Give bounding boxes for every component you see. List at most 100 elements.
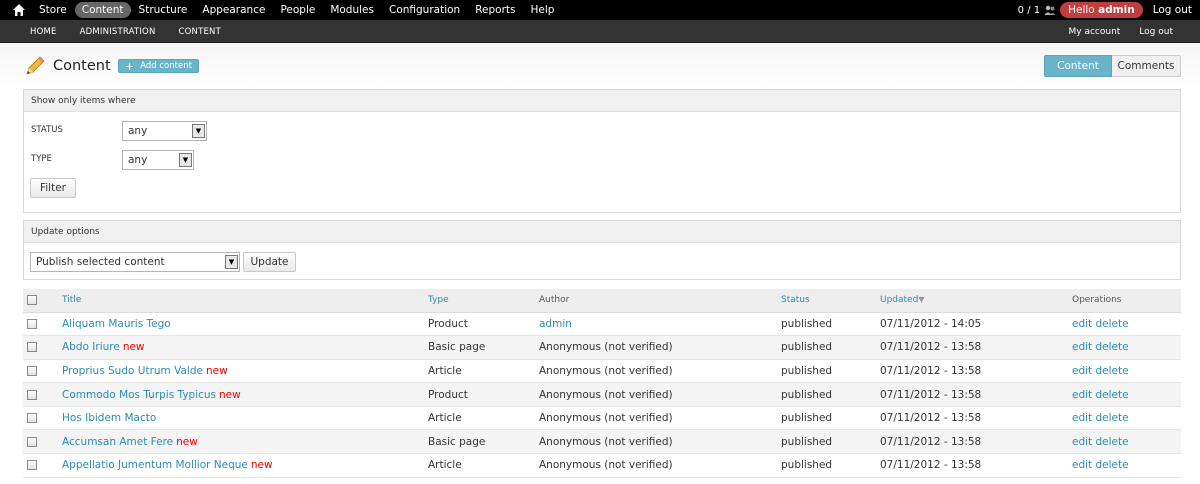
breadcrumb: HOME ADMINISTRATION CONTENT xyxy=(30,20,244,43)
row-select-cell xyxy=(23,335,62,360)
dropdown-arrow-icon: ▼ xyxy=(192,124,205,138)
title-cell: Aliquam Mauris Tego xyxy=(62,312,428,337)
status-select[interactable]: any ▼ xyxy=(122,121,207,141)
edit-link[interactable]: edit xyxy=(1072,318,1092,330)
new-marker: new xyxy=(122,341,145,354)
toolbar-user-area: 0 / 1 Hello admin Log out xyxy=(1018,0,1192,20)
add-content-button[interactable]: + Add content xyxy=(118,59,199,73)
type-cell: Article xyxy=(428,406,539,431)
edit-link[interactable]: edit xyxy=(1072,365,1092,377)
toolbar-item-people[interactable]: People xyxy=(273,2,322,18)
toolbar-item-reports[interactable]: Reports xyxy=(468,2,522,18)
tab-comments[interactable]: Comments xyxy=(1112,55,1181,77)
row-checkbox[interactable] xyxy=(27,460,37,471)
row-checkbox[interactable] xyxy=(27,318,37,329)
sort-title-link[interactable]: Title xyxy=(62,295,81,305)
title-link[interactable]: Aliquam Mauris Tego xyxy=(62,318,171,330)
type-cell: Product xyxy=(428,382,539,407)
edit-link[interactable]: edit xyxy=(1072,412,1092,424)
title-link[interactable]: Appellatio Jumentum Mollior Neque xyxy=(62,459,248,471)
row-checkbox[interactable] xyxy=(27,365,37,376)
sort-updated-link[interactable]: Updated xyxy=(880,295,918,305)
toolbar-item-appearance[interactable]: Appearance xyxy=(195,2,272,18)
status-label: STATUS xyxy=(31,125,63,135)
type-select-value: any xyxy=(128,154,148,166)
status-cell: published xyxy=(781,312,880,337)
table-row: Proprius Sudo Utrum Valde new Article Anony… xyxy=(23,359,1181,384)
table-row: Hos Ibidem Macto Article Anonymous (not ve… xyxy=(23,406,1181,431)
type-label: TYPE xyxy=(31,154,52,164)
breadcrumb-content[interactable]: CONTENT xyxy=(179,27,222,37)
delete-link[interactable]: delete xyxy=(1096,412,1129,424)
title-cell: Appellatio Jumentum Mollior Neque new xyxy=(62,453,428,478)
row-select-cell xyxy=(23,312,62,337)
select-all-checkbox[interactable] xyxy=(27,295,37,305)
secondbar-logout-link[interactable]: Log out xyxy=(1139,27,1173,37)
update-options-legend: Update options xyxy=(24,221,1180,243)
home-icon[interactable] xyxy=(12,3,26,17)
title-link[interactable]: Commodo Mos Turpis Typicus xyxy=(62,389,216,401)
delete-link[interactable]: delete xyxy=(1096,436,1129,448)
pencil-icon xyxy=(26,56,45,75)
edit-link[interactable]: edit xyxy=(1072,341,1092,353)
updated-cell: 07/11/2012 - 13:58 xyxy=(880,406,1072,431)
title-link[interactable]: Abdo Iriure xyxy=(62,341,120,353)
row-select-cell xyxy=(23,359,62,384)
type-cell: Basic page xyxy=(428,429,539,455)
row-checkbox[interactable] xyxy=(27,413,37,424)
dropdown-arrow-icon: ▼ xyxy=(225,255,238,269)
updated-cell: 07/11/2012 - 13:58 xyxy=(880,335,1072,360)
toolbar-logout-link[interactable]: Log out xyxy=(1153,4,1192,16)
author-cell: Anonymous (not verified) xyxy=(539,382,781,407)
edit-link[interactable]: edit xyxy=(1072,459,1092,471)
operations-cell: edit delete xyxy=(1072,453,1181,478)
operation-select[interactable]: Publish selected content ▼ xyxy=(30,252,240,272)
delete-link[interactable]: delete xyxy=(1096,341,1129,353)
new-marker: new xyxy=(205,364,228,377)
author-link[interactable]: admin xyxy=(539,318,572,330)
title-link[interactable]: Hos Ibidem Macto xyxy=(62,412,156,424)
filter-button[interactable]: Filter xyxy=(30,178,76,198)
toolbar-item-content[interactable]: Content xyxy=(74,2,131,18)
delete-link[interactable]: delete xyxy=(1096,459,1129,471)
dropdown-arrow-icon: ▼ xyxy=(179,153,192,167)
toolbar-item-help[interactable]: Help xyxy=(523,2,561,18)
author-cell: Anonymous (not verified) xyxy=(539,359,781,384)
row-checkbox[interactable] xyxy=(27,389,37,400)
update-button[interactable]: Update xyxy=(243,252,296,272)
my-account-link[interactable]: My account xyxy=(1069,27,1121,37)
header-status: Status xyxy=(781,289,880,313)
sort-status-link[interactable]: Status xyxy=(781,295,810,305)
edit-link[interactable]: edit xyxy=(1072,436,1092,448)
title-cell: Accumsan Amet Fere new xyxy=(62,429,428,455)
table-row: Abdo Iriure new Basic page Anonymous (not v… xyxy=(23,335,1181,360)
toolbar-item-modules[interactable]: Modules xyxy=(323,2,381,18)
row-checkbox[interactable] xyxy=(27,342,37,353)
breadcrumb-administration[interactable]: ADMINISTRATION xyxy=(80,27,156,37)
toolbar-item-configuration[interactable]: Configuration xyxy=(382,2,467,18)
type-select[interactable]: any ▼ xyxy=(122,150,194,170)
delete-link[interactable]: delete xyxy=(1096,389,1129,401)
title-link[interactable]: Proprius Sudo Utrum Valde xyxy=(62,365,203,377)
admin-toolbar: Store Content Structure Appearance Peopl… xyxy=(0,0,1200,20)
primary-tabs: Content Comments xyxy=(1044,55,1181,77)
row-checkbox[interactable] xyxy=(27,436,37,447)
delete-link[interactable]: delete xyxy=(1096,365,1129,377)
title-link[interactable]: Accumsan Amet Fere xyxy=(62,436,173,448)
author-text: Anonymous (not verified) xyxy=(539,412,673,425)
tab-content[interactable]: Content xyxy=(1044,55,1112,77)
delete-link[interactable]: delete xyxy=(1096,318,1129,330)
title-cell: Proprius Sudo Utrum Valde new xyxy=(62,359,428,384)
toolbar-item-structure[interactable]: Structure xyxy=(132,2,195,18)
operations-cell: edit delete xyxy=(1072,359,1181,384)
toolbar-item-store[interactable]: Store xyxy=(32,2,74,18)
edit-link[interactable]: edit xyxy=(1072,389,1092,401)
sort-desc-icon: ▼ xyxy=(918,295,925,305)
sort-type-link[interactable]: Type xyxy=(428,295,449,305)
row-select-cell xyxy=(23,453,62,478)
breadcrumb-home[interactable]: HOME xyxy=(30,27,57,37)
table-row: Accumsan Amet Fere new Basic page Anonymous… xyxy=(23,429,1181,455)
hello-user-badge[interactable]: Hello admin xyxy=(1060,2,1143,18)
author-cell: Anonymous (not verified) xyxy=(539,335,781,360)
type-cell: Article xyxy=(428,453,539,478)
